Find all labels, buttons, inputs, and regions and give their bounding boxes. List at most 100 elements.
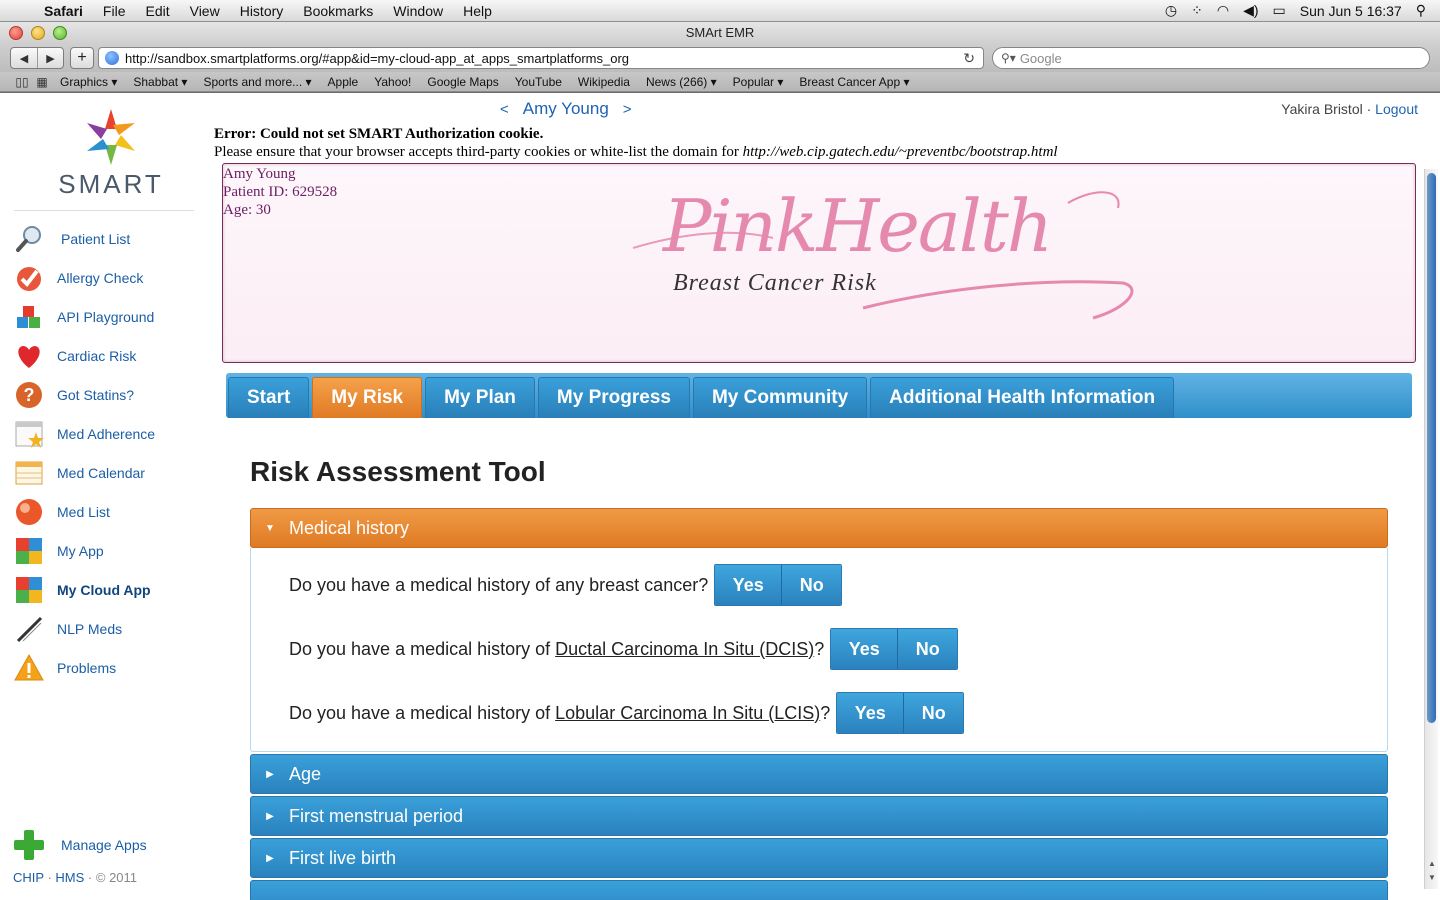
question-text: Do you have a medical history of	[289, 638, 556, 659]
scroll-down-icon[interactable]: ▼	[1427, 873, 1437, 882]
bookmark-apple[interactable]: Apple	[320, 75, 367, 89]
zoom-window-icon[interactable]	[53, 26, 67, 40]
time-machine-icon[interactable]: ◷	[1165, 2, 1177, 19]
sidebar-item-api-playground[interactable]: API Playground	[12, 297, 212, 336]
sidebar-item-label: My App	[57, 542, 104, 559]
sidebar-item-my-app[interactable]: My App	[12, 531, 212, 570]
error-message: Please ensure that your browser accepts …	[214, 144, 739, 160]
section-age[interactable]: ▶ Age	[250, 754, 1388, 794]
sidebar-item-med-adherence[interactable]: Med Adherence	[12, 414, 212, 453]
url-text[interactable]: http://sandbox.smartplatforms.org/#app&i…	[125, 51, 629, 66]
section-label: Age	[289, 763, 322, 784]
auth-error: Error: Could not set SMART Authorization…	[214, 125, 1058, 161]
no-button[interactable]: No	[781, 565, 842, 605]
lcis-link[interactable]: Lobular Carcinoma In Situ (LCIS)	[555, 703, 820, 724]
open-book-icon[interactable]: ▯▯	[12, 75, 32, 89]
tab-additional-health-information[interactable]: Additional Health Information	[870, 377, 1175, 418]
clock[interactable]: Sun Jun 5 16:37	[1300, 3, 1402, 19]
search-field[interactable]: ⚲▾ Google	[992, 47, 1430, 69]
menu-window[interactable]: Window	[383, 3, 453, 19]
prev-patient-button[interactable]: <	[500, 99, 509, 119]
next-patient-button[interactable]: >	[623, 99, 632, 119]
wifi-icon[interactable]: ◠	[1217, 2, 1229, 19]
no-button[interactable]: No	[897, 629, 958, 669]
forward-icon[interactable]: ▶	[37, 48, 63, 68]
address-bar[interactable]: http://sandbox.smartplatforms.org/#app&i…	[98, 47, 984, 69]
bookmark-yahoo[interactable]: Yahoo!	[366, 75, 419, 89]
yes-button[interactable]: Yes	[837, 693, 904, 733]
menu-bookmarks[interactable]: Bookmarks	[293, 3, 383, 19]
menu-view[interactable]: View	[180, 3, 230, 19]
bookmark-breast-cancer-app[interactable]: Breast Cancer App ▾	[791, 75, 917, 89]
sidebar-item-problems[interactable]: Problems	[12, 648, 212, 687]
bookmark-shabbat[interactable]: Shabbat ▾	[125, 75, 195, 89]
minimize-window-icon[interactable]	[31, 26, 45, 40]
error-domain: http://web.cip.gatech.edu/~preventbc/boo…	[742, 144, 1058, 160]
question-text: Do you have a medical history of	[289, 702, 556, 723]
manage-apps-link[interactable]: Manage Apps	[12, 828, 147, 862]
sidebar-item-med-calendar[interactable]: Med Calendar	[12, 453, 212, 492]
main-tabs: Start My Risk My Plan My Progress My Com…	[226, 373, 1412, 418]
sidebar-item-my-cloud-app[interactable]: My Cloud App	[12, 570, 212, 609]
add-bookmark-button[interactable]: +	[70, 47, 94, 69]
bookmark-google-maps[interactable]: Google Maps	[419, 75, 506, 89]
spotlight-icon[interactable]: ⚲	[1416, 2, 1426, 19]
section-first-menstrual-period[interactable]: ▶ First menstrual period	[250, 796, 1388, 836]
user-name: Yakira Bristol	[1281, 101, 1363, 117]
close-window-icon[interactable]	[9, 26, 23, 40]
menu-history[interactable]: History	[230, 3, 294, 19]
menu-safari[interactable]: Safari	[44, 3, 93, 19]
dcis-link[interactable]: Ductal Carcinoma In Situ (DCIS)	[555, 639, 814, 660]
sidebar-item-patient-list[interactable]: Patient List	[12, 219, 212, 258]
back-icon[interactable]: ◀	[11, 48, 37, 68]
yes-button[interactable]: Yes	[715, 565, 782, 605]
caret-right-icon: ▶	[266, 852, 274, 864]
grid-view-icon[interactable]: ▦	[32, 75, 52, 89]
sidebar-item-label: Got Statins?	[57, 386, 135, 403]
page-title: Risk Assessment Tool	[250, 456, 546, 487]
error-title: Error: Could not set SMART Authorization…	[214, 126, 544, 142]
sidebar-item-nlp-meds[interactable]: NLP Meds	[12, 609, 212, 648]
bluetooth-icon[interactable]: ⁘	[1191, 2, 1203, 19]
section-first-live-birth[interactable]: ▶ First live birth	[250, 838, 1388, 878]
logout-link[interactable]: Logout	[1375, 101, 1418, 117]
sidebar-item-allergy-check[interactable]: Allergy Check	[12, 258, 212, 297]
scroll-up-icon[interactable]: ▲	[1427, 859, 1437, 868]
bookmark-wikipedia[interactable]: Wikipedia	[570, 75, 638, 89]
reload-icon[interactable]: ↻	[963, 50, 975, 67]
section-next[interactable]	[250, 880, 1388, 900]
no-button[interactable]: No	[903, 693, 964, 733]
menu-file[interactable]: File	[93, 3, 136, 19]
tab-my-progress[interactable]: My Progress	[537, 377, 690, 418]
calendar-icon	[12, 457, 46, 489]
hms-link[interactable]: HMS	[55, 870, 84, 885]
sidebar-item-cardiac-risk[interactable]: Cardiac Risk	[12, 336, 212, 375]
volume-icon[interactable]: ◀)	[1243, 2, 1258, 19]
browser-toolbar: ◀ ▶ + http://sandbox.smartplatforms.org/…	[0, 44, 1440, 72]
bookmark-news[interactable]: News (266) ▾	[638, 75, 725, 89]
app-header: Amy Young Patient ID: 629528 Age: 30 Pin…	[222, 163, 1416, 363]
yes-button[interactable]: Yes	[831, 629, 898, 669]
menu-edit[interactable]: Edit	[135, 3, 179, 19]
battery-icon[interactable]: ▭	[1273, 2, 1286, 19]
sidebar-item-med-list[interactable]: Med List	[12, 492, 212, 531]
section-label: First live birth	[289, 847, 397, 868]
medical-history-panel: Do you have a medical history of any bre…	[250, 548, 1388, 752]
page-scrollbar[interactable]: ▲ ▼	[1424, 169, 1438, 889]
scrollbar-thumb[interactable]	[1427, 173, 1436, 723]
tab-my-plan[interactable]: My Plan	[425, 377, 535, 418]
heart-icon	[12, 340, 46, 372]
bookmark-popular[interactable]: Popular ▾	[725, 75, 792, 89]
bookmark-youtube[interactable]: YouTube	[507, 75, 570, 89]
sidebar-item-got-statins[interactable]: ? Got Statins?	[12, 375, 212, 414]
bookmark-sports[interactable]: Sports and more... ▾	[195, 75, 319, 89]
bookmark-graphics[interactable]: Graphics ▾	[52, 75, 125, 89]
question-icon: ?	[12, 379, 46, 411]
section-medical-history[interactable]: ▼ Medical history	[250, 508, 1388, 548]
tab-start[interactable]: Start	[228, 377, 310, 418]
menu-help[interactable]: Help	[453, 3, 502, 19]
calendar-star-icon	[12, 418, 46, 450]
tab-my-community[interactable]: My Community	[692, 377, 868, 418]
chip-link[interactable]: CHIP	[13, 870, 44, 885]
tab-my-risk[interactable]: My Risk	[312, 377, 423, 418]
